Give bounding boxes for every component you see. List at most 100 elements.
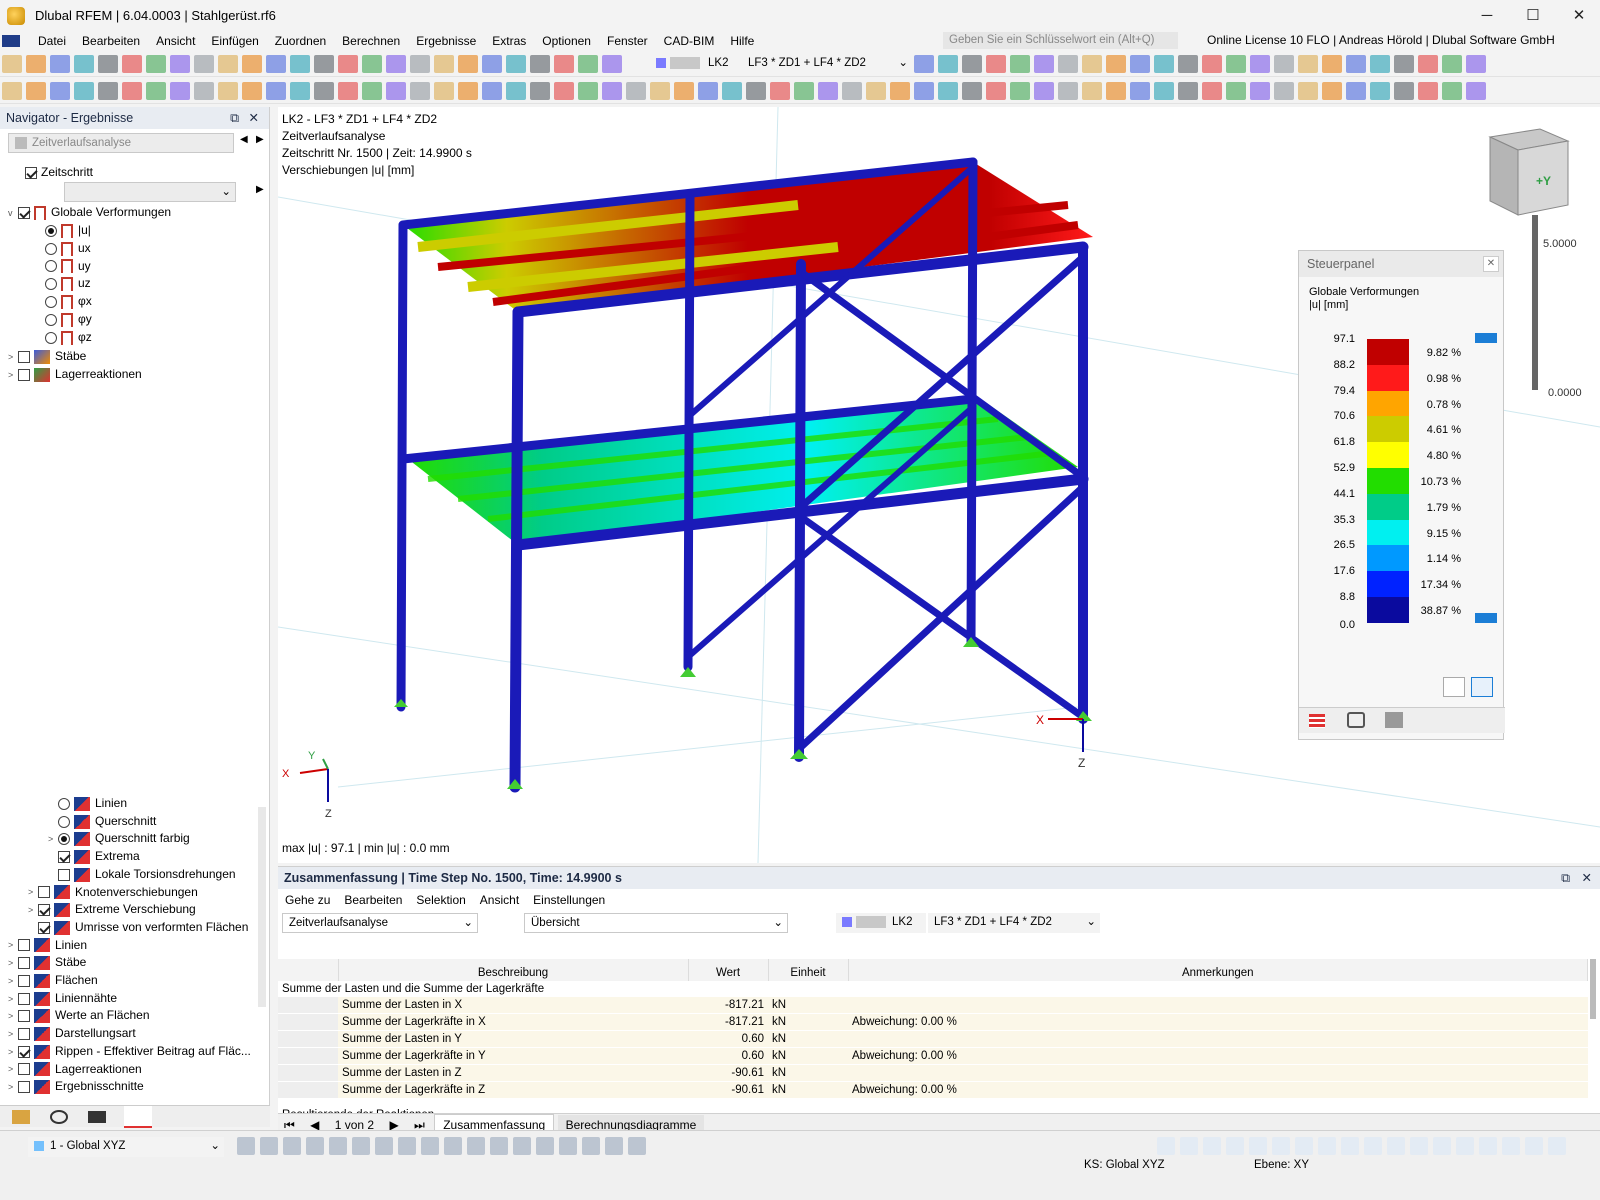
toolbar-button[interactable] [122, 82, 142, 100]
toolbar-button[interactable] [1058, 82, 1078, 100]
menu-item[interactable]: Einfügen [203, 34, 266, 48]
toolbar-button[interactable] [218, 55, 238, 73]
zeitschritt-select[interactable]: ⌄ [64, 182, 236, 202]
toolbar-button[interactable] [530, 82, 550, 100]
status-toolbar-button[interactable] [1548, 1137, 1566, 1155]
camera-tab-icon[interactable] [88, 1111, 106, 1123]
staebe-checkbox[interactable] [18, 350, 30, 363]
status-toolbar-button[interactable] [1502, 1137, 1520, 1155]
summary-menu-item[interactable]: Einstellungen [526, 893, 612, 907]
menu-item[interactable]: Zuordnen [267, 34, 334, 48]
toolbar-button[interactable] [1154, 55, 1174, 73]
checkbox[interactable] [38, 921, 50, 934]
toolbar-button[interactable] [1154, 82, 1174, 100]
dock-icon[interactable]: ⧉ [1561, 867, 1570, 889]
toolbar-button[interactable] [434, 55, 454, 73]
toolbar-button[interactable] [74, 82, 94, 100]
toolbar-button[interactable] [1010, 82, 1030, 100]
toolbar-button[interactable] [1226, 55, 1246, 73]
toolbar-button[interactable] [722, 82, 742, 100]
dock-icon[interactable]: ⧉ [230, 107, 239, 129]
toolbar-button[interactable] [434, 82, 454, 100]
toolbar-button[interactable] [914, 55, 934, 73]
checkbox[interactable] [58, 868, 70, 881]
toolbar-button[interactable] [962, 55, 982, 73]
toolbar-button[interactable] [602, 55, 622, 73]
checkbox[interactable] [18, 1081, 30, 1094]
col-header-unit[interactable]: Einheit [768, 959, 849, 981]
toolbar-button[interactable] [290, 55, 310, 73]
toolbar-button[interactable] [314, 55, 334, 73]
toolbar-button[interactable] [2, 55, 22, 73]
deformation-option[interactable]: φx [45, 292, 92, 310]
toolbar-button[interactable] [770, 82, 790, 100]
toolbar-button[interactable] [50, 55, 70, 73]
toolbar-button[interactable] [650, 82, 670, 100]
staebe-row[interactable]: > Stäbe [8, 347, 86, 365]
scale-factor-tab-icon[interactable] [1347, 712, 1365, 728]
status-toolbar-button[interactable] [1341, 1137, 1359, 1155]
radio-button[interactable] [45, 260, 57, 273]
tree-item[interactable]: > Darstellungsart [8, 1024, 136, 1042]
deformation-option[interactable]: ux [45, 239, 91, 257]
color-scale-tab-icon[interactable] [1309, 714, 1325, 728]
toolbar-button[interactable] [410, 55, 430, 73]
table-row[interactable]: Summe der Lasten in X -817.21 kN [278, 997, 1588, 1014]
toolbar-button[interactable] [146, 55, 166, 73]
toolbar-button[interactable] [1202, 55, 1222, 73]
status-toolbar-button[interactable] [1387, 1137, 1405, 1155]
tree-item[interactable]: Querschnitt [48, 812, 156, 830]
radio-button[interactable] [45, 278, 57, 291]
toolbar-button[interactable] [98, 82, 118, 100]
legend-list-icon[interactable] [1471, 677, 1493, 697]
toolbar-button[interactable] [962, 82, 982, 100]
lc-short-select[interactable]: LK2 [650, 54, 740, 74]
status-toolbar-button[interactable] [1525, 1137, 1543, 1155]
tree-item[interactable]: > Flächen [8, 971, 98, 989]
toolbar-button[interactable] [1226, 82, 1246, 100]
status-toolbar-button[interactable] [1456, 1137, 1474, 1155]
summary-lc-combo-select[interactable]: LF3 * ZD1 + LF4 * ZD2 ⌄ [928, 913, 1100, 933]
zeitschritt-checkbox[interactable] [25, 166, 37, 179]
table-row[interactable]: Summe der Lasten in Y 0.60 kN [278, 1030, 1588, 1048]
overview-select[interactable]: Übersicht ⌄ [524, 913, 788, 933]
summary-menu-item[interactable]: Bearbeiten [337, 893, 409, 907]
toolbar-button[interactable] [1466, 55, 1486, 73]
status-toolbar-button[interactable] [490, 1137, 508, 1155]
status-toolbar-button[interactable] [1157, 1137, 1175, 1155]
toolbar-button[interactable] [146, 82, 166, 100]
checkbox[interactable] [38, 886, 50, 899]
tree-item[interactable]: > Extreme Verschiebung [28, 900, 196, 918]
toolbar-button[interactable] [986, 82, 1006, 100]
close-icon[interactable]: ✕ [1483, 256, 1499, 272]
table-row[interactable]: Summe der Lasten in Z -90.61 kN [278, 1064, 1588, 1082]
toolbar-button[interactable] [1082, 55, 1102, 73]
status-toolbar-button[interactable] [1479, 1137, 1497, 1155]
deformation-option[interactable]: φy [45, 310, 92, 328]
toolbar-button[interactable] [242, 55, 262, 73]
status-toolbar-button[interactable] [582, 1137, 600, 1155]
legend-min-slider[interactable] [1475, 613, 1497, 623]
tree-item[interactable]: > Lagerreaktionen [8, 1060, 142, 1078]
toolbar-button[interactable] [626, 82, 646, 100]
next-step-icon[interactable]: ▶ [256, 184, 264, 195]
status-toolbar-button[interactable] [260, 1137, 278, 1155]
radio-button[interactable] [58, 797, 70, 810]
toolbar-button[interactable] [986, 55, 1006, 73]
checkbox[interactable] [18, 957, 30, 970]
toolbar-button[interactable] [1346, 55, 1366, 73]
toolbar-button[interactable] [554, 55, 574, 73]
toolbar-button[interactable] [314, 82, 334, 100]
global-def-checkbox[interactable] [18, 206, 30, 219]
search-input[interactable]: Geben Sie ein Schlüsselwort ein (Alt+Q) [943, 32, 1178, 49]
toolbar-button[interactable] [122, 55, 142, 73]
toolbar-button[interactable] [26, 55, 46, 73]
toolbar-button[interactable] [602, 82, 622, 100]
toolbar-button[interactable] [578, 55, 598, 73]
zeitschritt-row[interactable]: Zeitschritt [25, 163, 93, 181]
toolbar-button[interactable] [338, 55, 358, 73]
toolbar-button[interactable] [290, 82, 310, 100]
toolbar-button[interactable] [890, 82, 910, 100]
toolbar-button[interactable] [98, 55, 118, 73]
toolbar-button[interactable] [842, 82, 862, 100]
